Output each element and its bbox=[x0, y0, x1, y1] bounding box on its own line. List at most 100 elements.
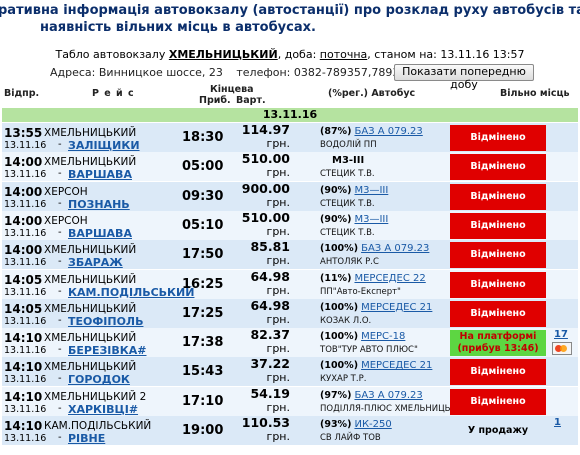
status-badge: Відмінено bbox=[450, 183, 546, 210]
fare-value: 510.00 bbox=[241, 209, 290, 225]
status-text: Відмінено bbox=[470, 161, 526, 173]
col-route: Р е й с bbox=[92, 88, 135, 99]
bus-info: (87%) БАЗ А 079.23 bbox=[320, 126, 423, 137]
bus-model[interactable]: М3—III bbox=[354, 185, 388, 196]
table-row: 14:00 ХМЕЛЬНИЦЬКИЙ 13.11.16- ВАРШАВА 05:00 51… bbox=[2, 151, 578, 182]
status-text: Відмінено bbox=[470, 219, 526, 231]
bus-model[interactable]: МЕРСЕДЕС 22 bbox=[354, 273, 425, 284]
depart-date: 13.11.16 bbox=[4, 286, 47, 298]
card-payment-icon[interactable] bbox=[552, 342, 572, 356]
bus-model[interactable]: МЕРСЕДЕС 21 bbox=[361, 360, 432, 371]
bus-model: М3-III bbox=[332, 155, 365, 167]
destination-link[interactable]: ПОЗНАНЬ bbox=[68, 198, 130, 211]
fare-unit: грн. bbox=[266, 224, 290, 238]
carrier-name: ТОВ"ТУР АВТО ПЛЮС" bbox=[320, 345, 418, 356]
carrier-name: СТЕЦИК Т.В. bbox=[320, 198, 375, 209]
tablo-prefix: Табло автовокзалу bbox=[55, 48, 166, 61]
status-text: На платформі bbox=[459, 331, 537, 343]
destination-link[interactable]: ВАРШАВА bbox=[68, 227, 132, 240]
status-badge: Відмінено bbox=[450, 154, 546, 181]
fare-value: 110.53 bbox=[241, 415, 290, 430]
bus-model[interactable]: МЕРСЕДЕС 21 bbox=[361, 302, 432, 313]
address-text: Адреса: Винницкое шоссе, 23 bbox=[50, 66, 223, 79]
route-dash: - bbox=[58, 256, 62, 268]
bus-model[interactable]: ИК-250 bbox=[354, 419, 391, 430]
depart-date: 13.11.16 bbox=[4, 257, 47, 269]
origin-station: ХМЕЛЬНИЦЬКИЙ bbox=[44, 302, 137, 315]
fare: 64.98 грн. bbox=[232, 269, 290, 298]
bus-model[interactable]: БАЗ А 079.23 bbox=[354, 390, 422, 401]
depart-time: 14:00 bbox=[4, 243, 43, 258]
table-row: 14:10 КАМ.ПОДІЛЬСЬКИЙ 13.11.16- РІВНЕ 19:00 1… bbox=[2, 416, 578, 445]
origin-station: ХМЕЛЬНИЦЬКИЙ bbox=[44, 361, 137, 374]
status-text: Відмінено bbox=[470, 132, 526, 143]
status-badge: Відмінено bbox=[450, 271, 546, 298]
table-row: 14:00 ХЕРСОН 13.11.16- ПОЗНАНЬ 09:30 900.00 гр… bbox=[2, 180, 578, 211]
fare-value: 54.19 bbox=[250, 385, 290, 401]
arrival-time: 15:43 bbox=[182, 364, 224, 380]
status-text: Відмінено bbox=[470, 190, 526, 202]
table-row: 14:10 ХМЕЛЬНИЦЬКИЙ 2 13.11.16- ХАРКІВЦІ# 17:… bbox=[2, 385, 578, 416]
destination-link[interactable]: РІВНЕ bbox=[68, 432, 105, 445]
bus-model[interactable]: МЕРС-18 bbox=[361, 331, 405, 342]
route-dash: - bbox=[58, 139, 62, 150]
arrival-time: 19:00 bbox=[182, 423, 224, 438]
tablo-datetime: 13.11.16 13:57 bbox=[440, 48, 525, 61]
carrier-name: АНТОЛЯК Р.С bbox=[320, 257, 379, 268]
status-badge: Відмінено bbox=[450, 359, 546, 386]
destination-link[interactable]: ЗАЛІЩИКИ bbox=[68, 139, 140, 152]
depart-time: 14:10 bbox=[4, 360, 43, 375]
carrier-name: СТЕЦИК Т.В. bbox=[320, 169, 375, 180]
bus-model[interactable]: БАЗ А 079.23 bbox=[361, 243, 429, 254]
depart-time: 14:10 bbox=[4, 389, 43, 404]
fare: 85.81 грн. bbox=[232, 240, 290, 268]
fare-unit: грн. bbox=[266, 283, 290, 297]
route-dash: - bbox=[58, 168, 62, 180]
depart-date: 13.11.16 bbox=[4, 198, 47, 210]
day-link[interactable]: поточна bbox=[320, 48, 368, 61]
fare-unit: грн. bbox=[266, 400, 290, 414]
free-seats-link[interactable]: 1 bbox=[554, 417, 561, 428]
bus-info: (100%) МЕРС-18 bbox=[320, 331, 405, 342]
route-dash: - bbox=[58, 402, 62, 414]
status-text: Відмінено bbox=[470, 278, 526, 290]
arrival-time: 18:30 bbox=[182, 130, 224, 145]
route-dash: - bbox=[58, 226, 62, 238]
depart-date: 13.11.16 bbox=[4, 433, 47, 444]
arrival-time: 17:50 bbox=[182, 247, 224, 263]
destination-link[interactable]: КАМ.ПОДІЛЬСЬКИЙ bbox=[68, 286, 194, 299]
destination-link[interactable]: ВАРШАВА bbox=[68, 168, 132, 181]
bus-model[interactable]: М3—III bbox=[354, 214, 388, 225]
destination-link[interactable]: ХАРКІВЦІ# bbox=[68, 403, 138, 416]
status-badge: Відмінено bbox=[450, 125, 546, 151]
fare-unit: грн. bbox=[266, 137, 290, 150]
status-text: Відмінено bbox=[470, 307, 526, 319]
destination-link[interactable]: ЗБАРАЖ bbox=[68, 256, 123, 269]
arrival-time: 05:10 bbox=[182, 217, 224, 233]
prev-day-button[interactable]: Показати попередню добу bbox=[394, 64, 534, 91]
table-row: 14:05 ХМЕЛЬНИЦЬКИЙ 13.11.16- КАМ.ПОДІЛЬСЬКИ… bbox=[2, 269, 578, 299]
fare: 37.22 грн. bbox=[232, 357, 290, 385]
free-seats-link[interactable]: 17 bbox=[554, 329, 568, 340]
station-address: Адреса: Винницкое шоссе, 23 телефон: 038… bbox=[50, 66, 423, 79]
fare-value: 510.00 bbox=[241, 151, 290, 167]
depart-time: 14:00 bbox=[4, 213, 43, 228]
reg-percent: (87%) bbox=[320, 126, 352, 137]
fare: 900.00 грн. bbox=[232, 180, 290, 210]
status-badge: Відмінено bbox=[450, 388, 546, 415]
fare-unit: грн. bbox=[266, 371, 290, 385]
status-badge: У продажу bbox=[450, 418, 546, 444]
fare-value: 900.00 bbox=[241, 180, 290, 196]
page-header: ративна інформація автовокзалу (автостан… bbox=[0, 0, 580, 40]
destination-link[interactable]: ТЕОФІПОЛЬ bbox=[68, 315, 143, 328]
destination-link[interactable]: БЕРЕЗІВКА# bbox=[68, 344, 147, 357]
header-line-2: наявність вільних місць в автобусах. bbox=[40, 20, 316, 35]
route-dash: - bbox=[58, 373, 62, 385]
destination-link[interactable]: ГОРОДОК bbox=[68, 373, 130, 386]
bus-model[interactable]: БАЗ А 079.23 bbox=[354, 126, 422, 137]
origin-station: ХМЕЛЬНИЦЬКИЙ bbox=[44, 273, 137, 286]
table-row: 14:10 ХМЕЛЬНИЦЬКИЙ 13.11.16- ГОРОДОК 15:43 37… bbox=[2, 357, 578, 387]
fare: 54.19 грн. bbox=[232, 385, 290, 415]
depart-time: 14:05 bbox=[4, 272, 43, 287]
station-name: ХМЕЛЬНИЦЬКИЙ bbox=[168, 48, 278, 61]
